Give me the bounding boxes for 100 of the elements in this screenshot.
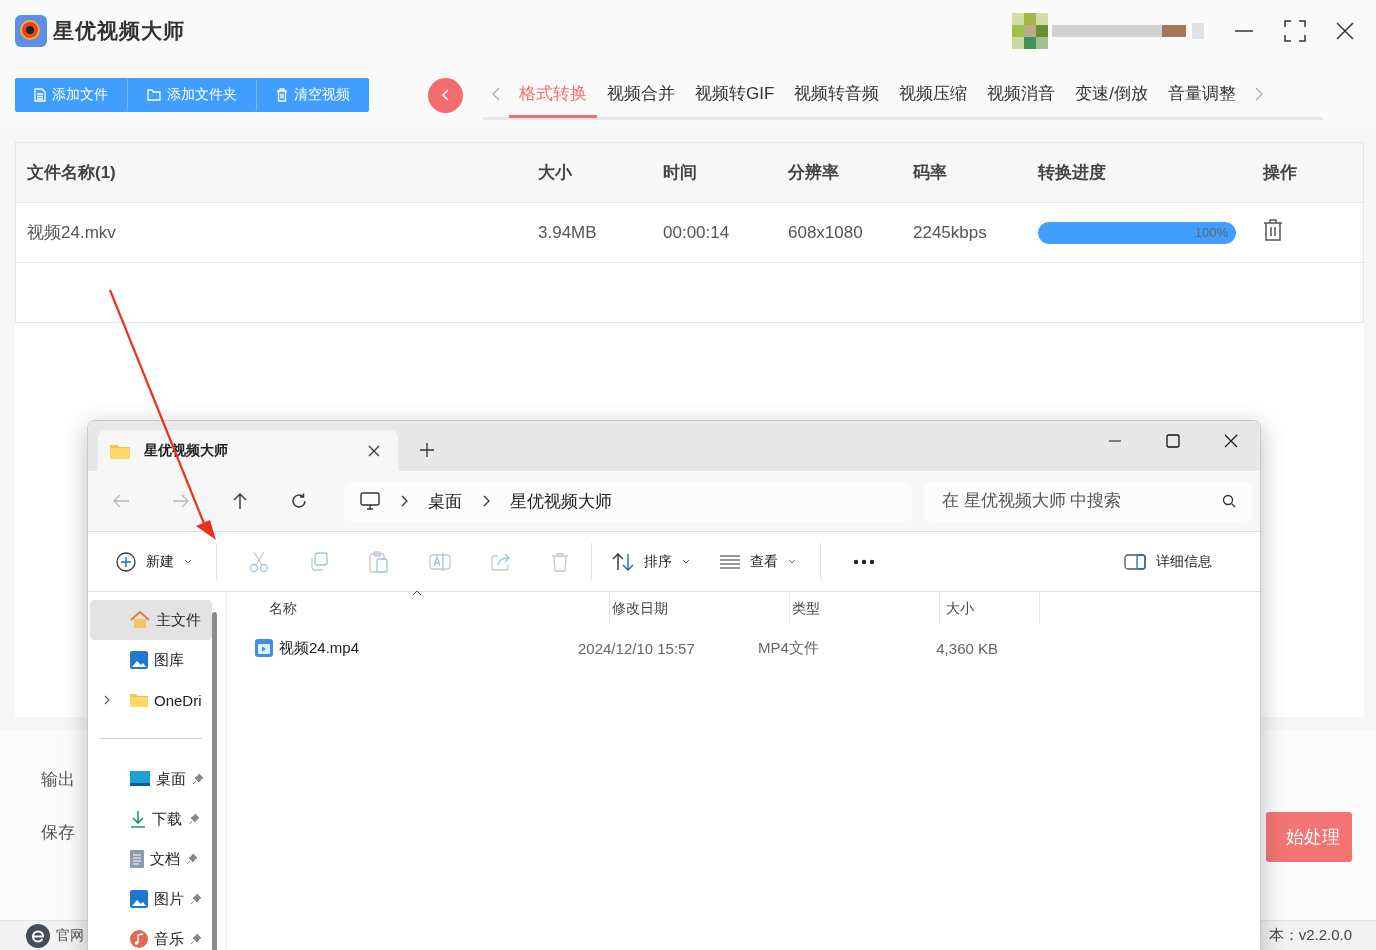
table-cell-text: 视频24.mkv <box>27 222 117 244</box>
tab[interactable]: 音量调整 <box>1158 72 1247 118</box>
file-row[interactable]: 视频24.mp4 2024/12/10 15:57 MP4文件 4,360 KB <box>227 632 1260 664</box>
close-icon[interactable] <box>368 444 380 457</box>
scrollbar[interactable] <box>212 612 217 950</box>
download-icon <box>130 810 146 828</box>
address-bar[interactable]: 桌面 星优视频大师 <box>344 481 912 521</box>
back-button[interactable] <box>428 77 463 113</box>
website-link[interactable]: 官网 <box>56 926 84 945</box>
details-button[interactable]: 详细信息 <box>1116 546 1220 577</box>
nav-item[interactable]: 音乐 <box>90 919 212 950</box>
plus-circle-icon <box>116 551 136 572</box>
breadcrumb[interactable]: 桌面 <box>428 489 462 513</box>
sort-button[interactable]: 排序 <box>604 546 698 577</box>
nav-item[interactable]: 文档 <box>90 839 212 879</box>
chevron-left-icon <box>440 89 451 101</box>
file-size: 4,360 KB <box>935 639 998 657</box>
scroll-left-icon[interactable] <box>491 86 501 101</box>
pin-icon[interactable] <box>186 853 198 865</box>
nav-item[interactable]: 桌面 <box>90 759 212 799</box>
table-cell-text: 2245kbps <box>913 222 988 243</box>
tab[interactable]: 变速/倒放 <box>1065 72 1159 118</box>
column-header: 操作 <box>1263 162 1298 184</box>
column-header: 分辨率 <box>788 162 840 184</box>
column-header: 码率 <box>913 162 948 184</box>
nav-item[interactable]: OneDri <box>90 680 212 720</box>
more-icon[interactable] <box>853 558 875 565</box>
tab[interactable]: 视频转GIF <box>685 72 785 118</box>
table-cell-text: 608x1080 <box>788 222 864 243</box>
pin-icon[interactable] <box>192 773 204 785</box>
fullscreen-icon[interactable] <box>1284 20 1306 42</box>
breadcrumb[interactable]: 星优视频大师 <box>510 489 612 513</box>
search-icon[interactable] <box>1222 494 1236 508</box>
nav-item[interactable]: 图片 <box>90 879 212 919</box>
new-button[interactable]: 新建 <box>108 545 200 578</box>
share-icon[interactable] <box>491 552 511 571</box>
document-icon <box>130 850 144 868</box>
caret-icon <box>788 558 796 565</box>
delete-icon[interactable] <box>1263 219 1283 241</box>
list-lines-icon <box>720 554 740 569</box>
folder-icon <box>110 442 130 459</box>
caret-icon <box>184 558 192 565</box>
nav-item[interactable]: 下载 <box>90 799 212 839</box>
table-cell-text: 00:00:14 <box>663 222 731 243</box>
close-icon[interactable] <box>1224 434 1238 448</box>
column-header[interactable]: 大小 <box>940 592 1040 624</box>
image-icon <box>130 651 148 669</box>
tab[interactable]: 视频消音 <box>977 72 1066 118</box>
home-icon <box>130 611 150 629</box>
tab[interactable]: 视频压缩 <box>889 72 978 118</box>
desktop-icon <box>130 771 150 787</box>
video-file-icon <box>255 639 273 657</box>
scroll-right-icon[interactable] <box>1254 86 1265 101</box>
file-type: MP4文件 <box>758 638 820 658</box>
nav-item[interactable]: 图库 <box>90 640 212 680</box>
column-header: 文件名称(1) <box>27 162 117 184</box>
up-arrow-icon[interactable] <box>232 492 248 510</box>
pin-icon[interactable] <box>188 813 200 825</box>
column-header: 时间 <box>663 162 698 184</box>
view-button[interactable]: 查看 <box>712 546 804 577</box>
tab[interactable]: 视频转音频 <box>784 72 890 118</box>
setting-label: 保存 <box>41 822 75 844</box>
forward-arrow-icon[interactable] <box>172 493 190 509</box>
cut-icon[interactable] <box>249 550 269 573</box>
caret-icon <box>682 558 690 565</box>
back-arrow-icon[interactable] <box>112 493 130 509</box>
setting-label: 输出 <box>41 769 75 791</box>
nav-item[interactable]: 主文件 <box>90 600 212 640</box>
search-input[interactable]: 在 星优视频大师 中搜索 <box>940 490 1222 512</box>
file-date: 2024/12/10 15:57 <box>578 639 696 657</box>
document-icon <box>34 88 46 102</box>
file-name: 视频24.mp4 <box>279 638 360 658</box>
image-icon <box>130 890 148 908</box>
column-header[interactable]: 修改日期 <box>610 592 790 624</box>
column-header[interactable]: 类型 <box>790 592 940 624</box>
folder-icon <box>147 89 161 101</box>
table-cell-text: 3.94MB <box>538 222 598 243</box>
browser-icon[interactable] <box>26 923 50 948</box>
sort-arrows-icon <box>612 552 634 571</box>
chevron-icon <box>400 495 408 507</box>
search-field[interactable]: 在 星优视频大师 中搜索 <box>924 481 1252 521</box>
column-header: 大小 <box>538 162 573 184</box>
trash-icon <box>276 88 288 102</box>
column-header[interactable]: 名称 <box>267 592 610 624</box>
folder-icon <box>130 693 148 707</box>
computer-icon <box>360 492 380 510</box>
new-tab-icon[interactable] <box>420 443 434 457</box>
refresh-icon[interactable] <box>290 492 308 510</box>
details-pane-icon <box>1124 553 1146 570</box>
column-header: 转换进度 <box>1038 162 1107 184</box>
progress-reading: 100% <box>1194 224 1228 240</box>
tab[interactable]: 视频合并 <box>597 72 685 118</box>
close-icon[interactable] <box>1336 22 1354 40</box>
maximize-icon[interactable] <box>1166 434 1180 448</box>
pin-icon[interactable] <box>190 893 202 905</box>
expand-chevron-icon[interactable] <box>104 695 110 705</box>
chevron-icon <box>482 495 490 507</box>
app-logo-icon <box>15 15 47 47</box>
pin-icon[interactable] <box>190 933 202 945</box>
version-label: 本：v2.2.0.0 <box>1268 926 1352 945</box>
